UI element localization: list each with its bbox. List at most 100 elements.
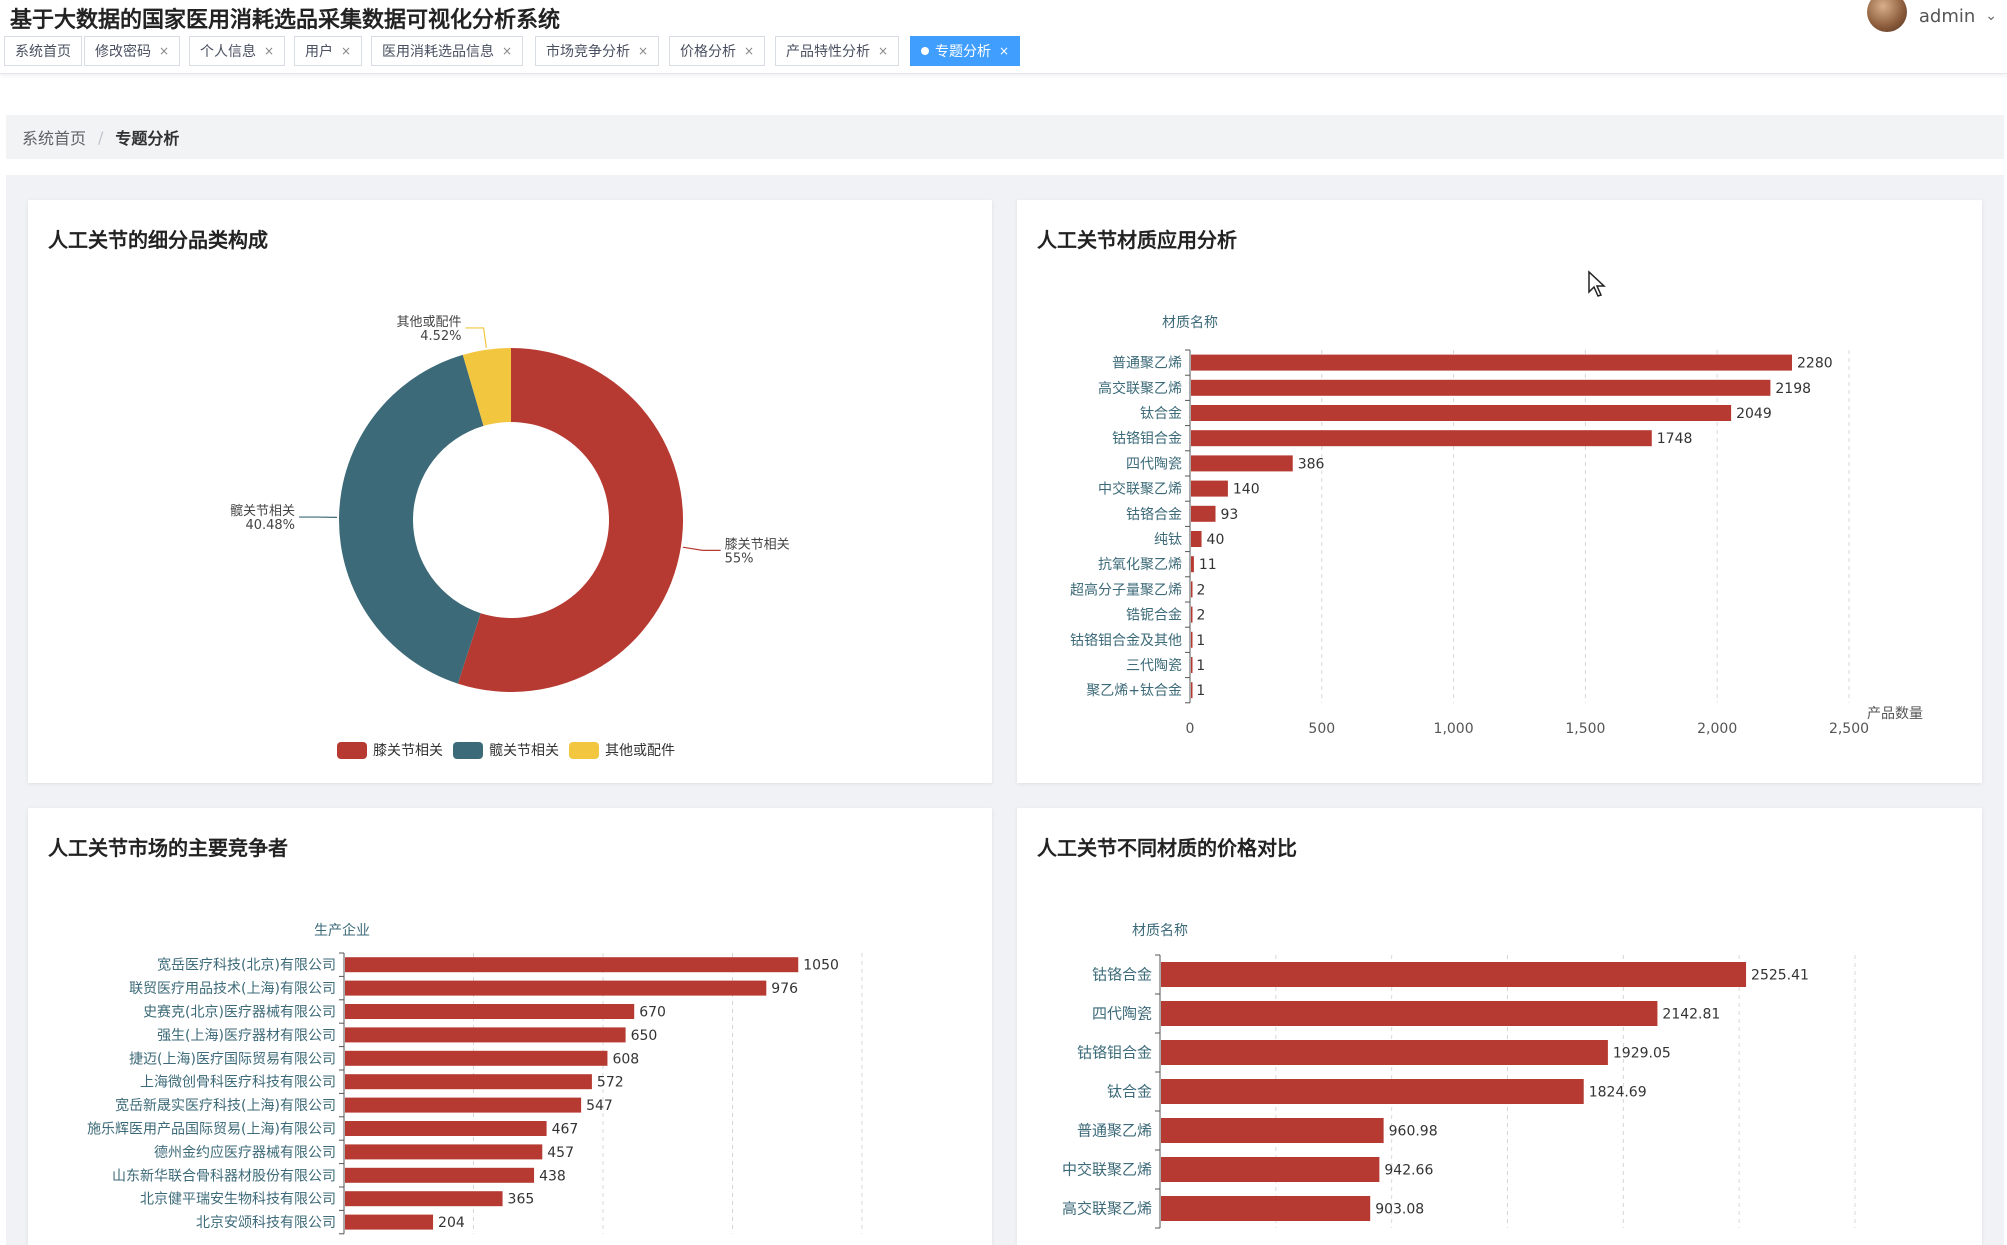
breadcrumb: 系统首页 / 专题分析 xyxy=(6,115,2004,159)
tab-label: 系统首页 xyxy=(15,44,71,60)
category-label: 上海微创骨科医疗科技有限公司 xyxy=(140,1075,336,1091)
legend-swatch xyxy=(453,742,483,759)
tab-profile[interactable]: 个人信息 × xyxy=(189,36,286,66)
category-label: 抗氧化聚乙烯 xyxy=(1098,557,1182,573)
legend-label: 膝关节相关 xyxy=(373,743,443,759)
category-label: 宽岳新晟实医疗科技(上海)有限公司 xyxy=(115,1097,336,1114)
value-label: 140 xyxy=(1233,482,1260,498)
bar xyxy=(1191,657,1193,673)
category-label: 普通聚乙烯 xyxy=(1112,356,1182,372)
bar xyxy=(1191,556,1194,573)
top-bar: 基于大数据的国家医用消耗选品采集数据可视化分析系统 admin ⌄ xyxy=(0,0,2007,33)
bar xyxy=(1191,354,1793,371)
bar xyxy=(1191,379,1771,396)
panel-price-comparison: 人工关节不同材质的价格对比 材质名称 钴铬合金 2525.41 四代陶瓷 2142.81… xyxy=(1017,808,1982,1245)
value-label: 1748 xyxy=(1657,431,1693,447)
breadcrumb-current: 专题分析 xyxy=(115,129,180,148)
tab-label: 产品特性分析 xyxy=(786,44,870,60)
legend-swatch xyxy=(337,742,367,759)
value-label: 2 xyxy=(1197,582,1206,598)
bar xyxy=(1191,606,1193,623)
category-label: 钴铬钼合金 xyxy=(1077,1044,1152,1062)
value-label: 2 xyxy=(1197,608,1206,624)
app-title: 基于大数据的国家医用消耗选品采集数据可视化分析系统 xyxy=(10,8,561,33)
close-icon[interactable]: × xyxy=(744,44,754,58)
value-label: 1824.69 xyxy=(1589,1085,1647,1101)
category-label: 中交联聚乙烯 xyxy=(1098,481,1182,498)
close-icon[interactable]: × xyxy=(159,44,169,58)
user-menu[interactable]: admin ⌄ xyxy=(1866,0,1997,32)
active-dot-icon xyxy=(921,47,929,55)
tab-special[interactable]: 专题分析 × xyxy=(910,36,1021,66)
close-icon[interactable]: × xyxy=(999,44,1009,58)
bar xyxy=(1191,455,1293,472)
tab-price[interactable]: 价格分析 × xyxy=(669,36,766,66)
breadcrumb-home[interactable]: 系统首页 xyxy=(22,125,86,149)
category-label: 钴铬钼合金 xyxy=(1112,431,1182,447)
value-label: 1050 xyxy=(803,958,839,974)
tab-label: 个人信息 xyxy=(200,44,256,60)
close-icon[interactable]: × xyxy=(502,44,512,58)
value-label: 2525.41 xyxy=(1751,968,1809,984)
value-label: 1929.05 xyxy=(1613,1046,1671,1062)
category-label: 普通聚乙烯 xyxy=(1077,1122,1152,1140)
tab-label: 专题分析 xyxy=(935,44,991,60)
legend-label: 髋关节相关 xyxy=(489,742,559,759)
tab-label: 价格分析 xyxy=(680,44,736,60)
tab-users[interactable]: 用户 × xyxy=(294,36,363,66)
bar xyxy=(345,1167,535,1183)
close-icon[interactable]: × xyxy=(264,44,274,58)
close-icon[interactable]: × xyxy=(638,44,648,58)
tab-features[interactable]: 产品特性分析 × xyxy=(775,36,900,66)
pie-label-name: 髋关节相关 xyxy=(230,503,295,519)
category-label: 四代陶瓷 xyxy=(1126,456,1182,472)
category-label: 超高分子量聚乙烯 xyxy=(1070,581,1182,598)
close-icon[interactable]: × xyxy=(341,44,351,58)
tags-view-bar: 系统首页 修改密码 × 个人信息 × 用户 × 医用消耗选品信息 × 市场竞争分析 × 价… xyxy=(0,32,2007,74)
pie-label-percent: 4.52% xyxy=(420,329,461,344)
bar xyxy=(1191,405,1732,421)
value-label: 2198 xyxy=(1775,381,1811,397)
bar xyxy=(1191,430,1652,447)
category-label: 四代陶瓷 xyxy=(1092,1005,1152,1023)
value-label: 1 xyxy=(1196,683,1205,699)
tab-change-password[interactable]: 修改密码 × xyxy=(84,36,181,66)
value-label: 386 xyxy=(1298,456,1325,472)
bar xyxy=(345,1097,582,1113)
category-label: 史赛克(北京)医疗器械有限公司 xyxy=(143,1005,336,1021)
bar xyxy=(1191,505,1216,522)
x-tick-label: 1,000 xyxy=(1434,721,1474,737)
x-tick-label: 0 xyxy=(1186,721,1195,737)
category-label: 山东新华联合骨科器材股份有限公司 xyxy=(112,1168,336,1184)
tab-home[interactable]: 系统首页 xyxy=(4,36,82,66)
value-label: 204 xyxy=(438,1215,465,1231)
chevron-down-icon[interactable]: ⌄ xyxy=(1985,8,1997,24)
bar xyxy=(345,957,799,973)
value-label: 608 xyxy=(612,1051,639,1067)
value-label: 438 xyxy=(539,1168,566,1184)
user-name[interactable]: admin xyxy=(1919,6,1975,27)
tab-label: 修改密码 xyxy=(95,44,151,60)
category-label: 高交联聚乙烯 xyxy=(1098,380,1182,397)
avatar[interactable] xyxy=(1866,0,1907,32)
value-label: 572 xyxy=(597,1075,624,1091)
category-label: 钴铬钼合金及其他 xyxy=(1070,633,1182,649)
value-label: 11 xyxy=(1199,557,1217,573)
material-bar-chart: 材质名称普通聚乙烯 2280 高交联聚乙烯 2198 钛合金 2049 钴铬钼合金 1748 四… xyxy=(1070,315,1923,737)
bar xyxy=(345,980,767,996)
tab-market[interactable]: 市场竞争分析 × xyxy=(535,36,660,66)
bar xyxy=(345,1004,635,1019)
category-label: 钴铬合金 xyxy=(1092,966,1152,984)
value-label: 457 xyxy=(547,1145,574,1161)
bar xyxy=(345,1050,608,1066)
value-label: 40 xyxy=(1207,532,1225,548)
close-icon[interactable]: × xyxy=(878,44,888,58)
pie-label-name: 其他或配件 xyxy=(397,315,462,330)
price-bar-chart: 材质名称钴铬合金 2525.41 四代陶瓷 2142.81 钴铬钼合金 1929.05 钛合… xyxy=(1062,923,1856,1229)
bar xyxy=(1161,1118,1384,1143)
x-axis-title: 产品数量 xyxy=(1867,706,1923,722)
pie-slice xyxy=(338,354,484,684)
category-label: 捷迈(上海)医疗国际贸易有限公司 xyxy=(129,1051,336,1067)
tab-label: 用户 xyxy=(305,44,333,60)
tab-products[interactable]: 医用消耗选品信息 × xyxy=(371,36,524,66)
